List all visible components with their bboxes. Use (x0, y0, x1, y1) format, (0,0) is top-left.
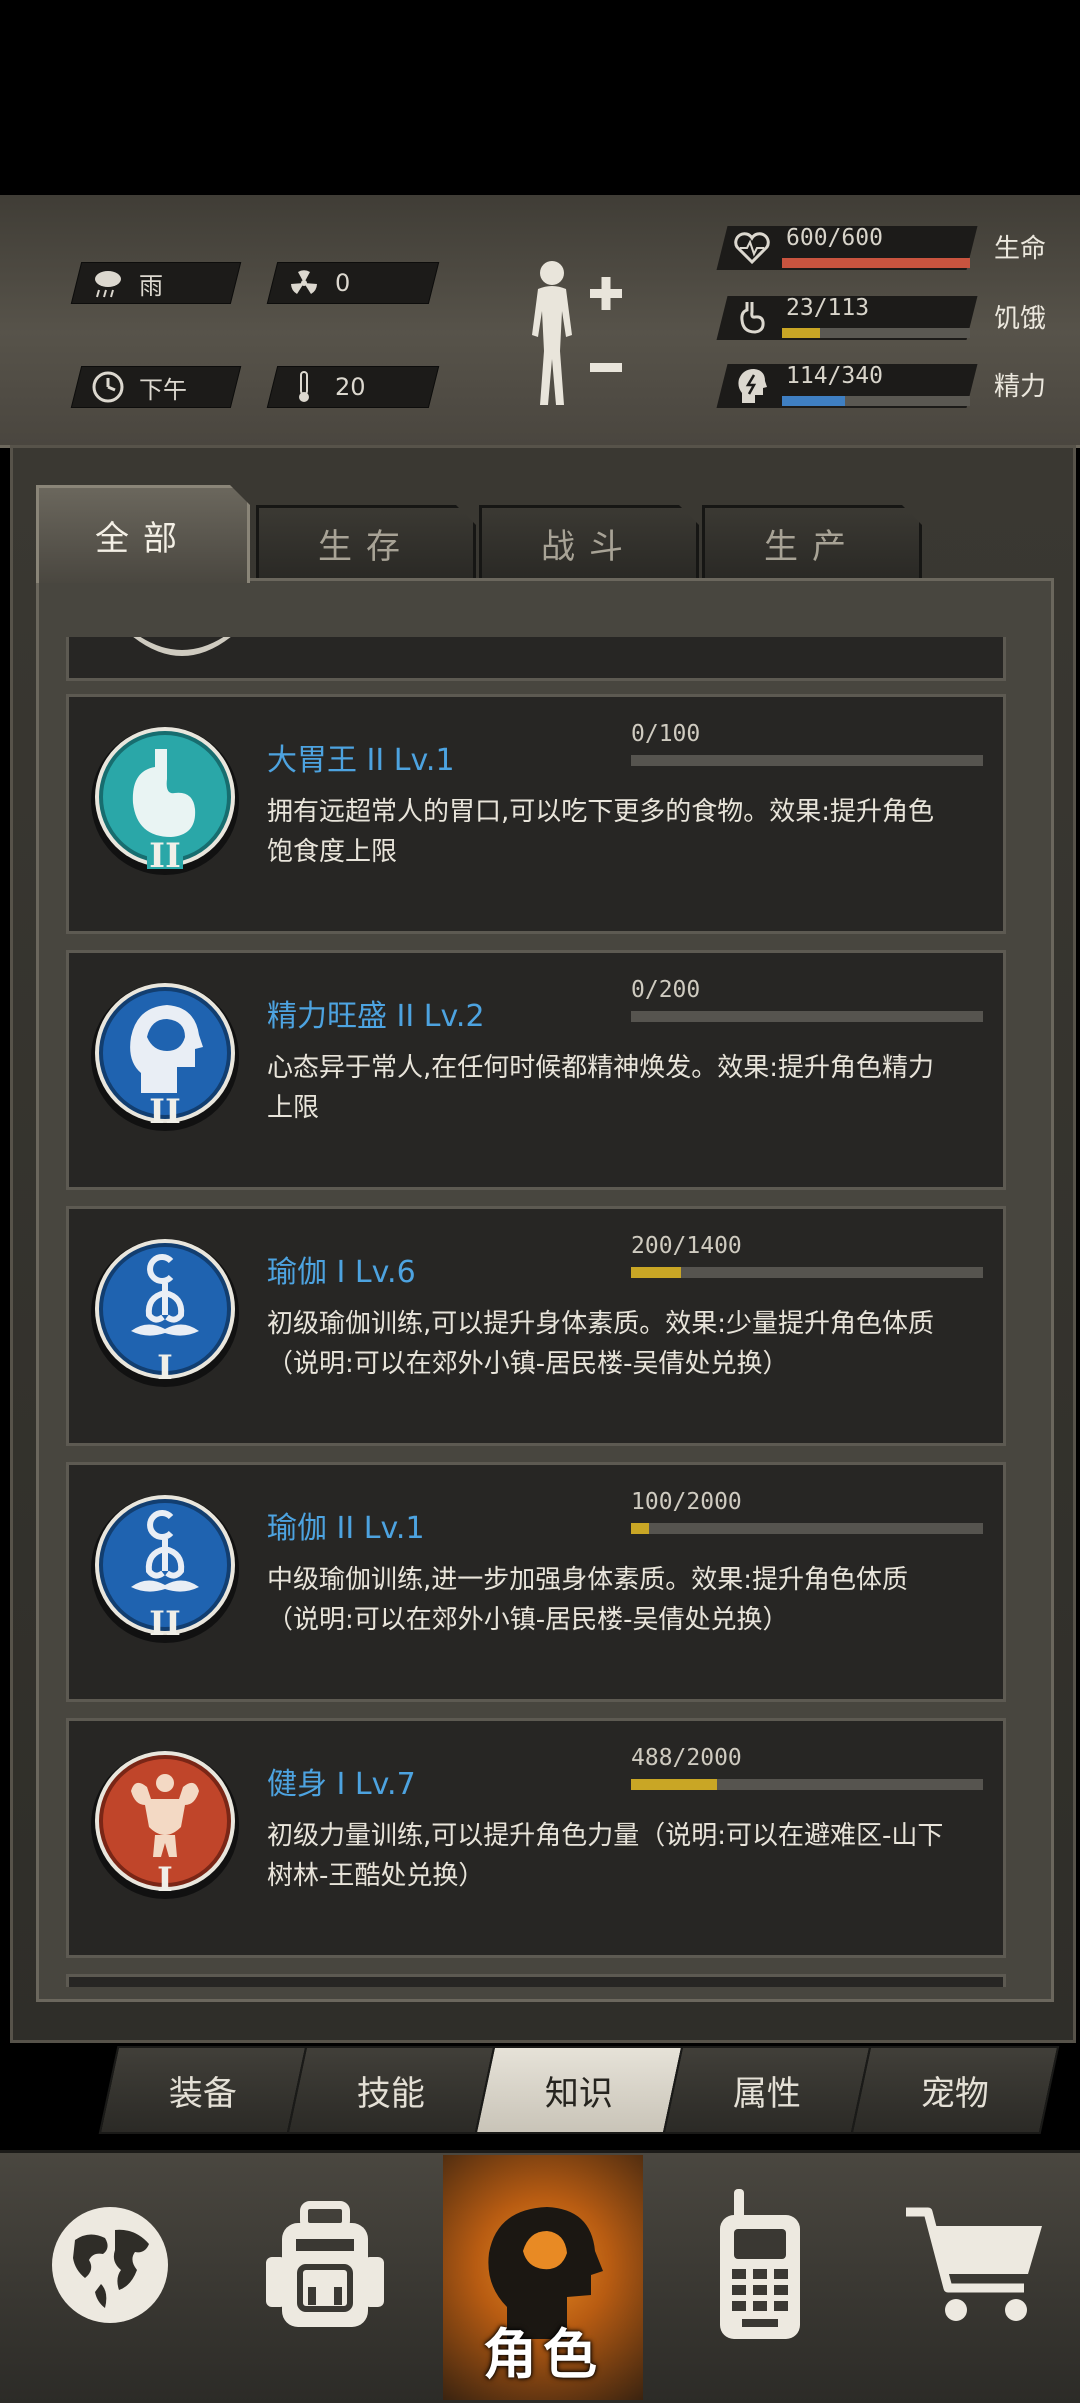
list-item[interactable]: II 瑜伽 II Lv.1 100/2000 中级瑜伽训练,进一步加强身体素质。… (66, 1462, 1006, 1702)
time-chip: 下午 (70, 366, 242, 408)
radiation-icon (287, 266, 321, 300)
list-item[interactable]: II 大胃王 II Lv.1 0/100 拥有远超常人的胃口,可以吃下更多的食物… (66, 694, 1006, 934)
skill-description: 初级瑜伽训练,可以提升身体素质。效果:少量提升角色体质（说明:可以在郊外小镇-居… (267, 1309, 935, 1379)
skill-title: 精力旺盛 II Lv.2 (267, 999, 485, 1034)
hunger-label: 饥饿 (994, 304, 1047, 334)
subtab-attributes[interactable]: 属性 (662, 2046, 872, 2134)
sub-tab-bar: 装备 技能 知识 属性 宠物 (98, 2046, 1063, 2134)
health-value: 600/600 (786, 225, 883, 251)
skill-progress-fill (631, 1267, 682, 1278)
tab-survival[interactable]: 生存 (256, 505, 476, 578)
skill-progress-text: 0/200 (631, 977, 701, 1003)
skill-progress-text: 0/100 (631, 721, 701, 747)
heart-icon (732, 228, 772, 268)
nav-shop[interactable] (890, 2160, 1060, 2370)
health-stat: 600/600 生命 (716, 222, 1062, 274)
globe-icon (52, 2207, 168, 2323)
skill-description: 拥有远超常人的胃口,可以吃下更多的食物。效果:提升角色饱食度上限 (267, 797, 935, 867)
rank-label: II (149, 1604, 181, 1644)
body-status-button[interactable] (520, 255, 630, 415)
shopping-cart-icon (906, 2207, 1042, 2321)
tab-all[interactable]: 全部 (36, 485, 250, 583)
rank-label: II (149, 836, 181, 876)
clock-icon (91, 370, 125, 404)
list-item-partial (66, 637, 1006, 681)
skill-progress-track (631, 755, 983, 766)
weather-text: 雨 (139, 271, 163, 300)
rank-label: II (149, 1092, 181, 1132)
temperature-chip: 20 (266, 366, 440, 408)
yoga-icon: II (91, 1487, 243, 1675)
skill-progress-text: 488/2000 (631, 1745, 742, 1771)
game-screen: 雨 0 下午 20 600/600 生命 23/113 饥饿 114/340 精… (0, 0, 1080, 2403)
nav-map[interactable] (25, 2160, 195, 2370)
skill-progress-track (631, 1779, 983, 1790)
rain-cloud-icon (91, 266, 125, 300)
temperature-value: 20 (335, 373, 366, 401)
hunger-value: 23/113 (786, 295, 870, 321)
skill-progress-track (631, 1011, 983, 1022)
skill-list[interactable]: II 大胃王 II Lv.1 0/100 拥有远超常人的胃口,可以吃下更多的食物… (66, 637, 1006, 1987)
subtab-knowledge[interactable]: 知识 (474, 2046, 684, 2134)
backpack-icon (266, 2201, 384, 2327)
hunger-bar-fill (782, 328, 820, 338)
nav-character-label: 角色 (483, 2323, 603, 2386)
list-item[interactable]: I 瑜伽 I Lv.6 200/1400 初级瑜伽训练,可以提升身体素质。效果:… (66, 1206, 1006, 1446)
skill-title: 健身 I Lv.7 (267, 1767, 416, 1802)
skill-progress-track (631, 1523, 983, 1534)
radiation-value: 0 (335, 269, 351, 297)
skill-progress-text: 100/2000 (631, 1489, 742, 1515)
energy-stat: 114/340 精力 (716, 360, 1062, 412)
skill-title: 大胃王 II Lv.1 (267, 743, 455, 778)
head-bolt-icon (732, 366, 772, 406)
skill-progress-track (631, 1267, 983, 1278)
thermometer-icon (287, 370, 321, 404)
subtab-skills[interactable]: 技能 (286, 2046, 496, 2134)
muscle-icon: I (91, 1743, 243, 1931)
yoga-icon: I (91, 1231, 243, 1419)
rank-label: I (157, 1348, 173, 1388)
body-figure-icon (532, 261, 622, 405)
skill-description: 心态异于常人,在任何时候都精神焕发。效果:提升角色精力上限 (267, 1053, 935, 1123)
nav-radio[interactable] (674, 2160, 844, 2370)
rank-label: I (157, 1860, 173, 1900)
stomach-icon: II (91, 719, 243, 907)
skill-description: 初级力量训练,可以提升角色力量（说明:可以在避难区-山下树林-王酷处兑换） (267, 1821, 944, 1891)
health-label: 生命 (994, 234, 1047, 264)
tab-production[interactable]: 生产 (702, 505, 922, 578)
walkie-talkie-icon (720, 2189, 800, 2339)
health-bar-fill (782, 258, 970, 268)
skill-title: 瑜伽 I Lv.6 (267, 1255, 416, 1290)
tab-combat[interactable]: 战斗 (479, 505, 699, 578)
list-item[interactable]: I 健身 I Lv.7 488/2000 初级力量训练,可以提升角色力量（说明:… (66, 1718, 1006, 1958)
time-of-day: 下午 (139, 375, 187, 404)
list-item-partial (66, 1974, 1006, 1987)
weather-chip: 雨 (70, 262, 242, 304)
subtab-equipment[interactable]: 装备 (98, 2046, 308, 2134)
skill-progress-text: 200/1400 (631, 1233, 742, 1259)
energy-label: 精力 (994, 372, 1047, 402)
skill-progress-fill (631, 1779, 717, 1790)
energy-bar-fill (782, 396, 845, 406)
skill-progress-fill (631, 1523, 649, 1534)
radiation-chip: 0 (266, 262, 440, 304)
skill-title: 瑜伽 II Lv.1 (267, 1511, 425, 1546)
hunger-stat: 23/113 饥饿 (716, 292, 1062, 344)
skill-icon-partial (133, 637, 231, 656)
skill-description: 中级瑜伽训练,进一步加强身体素质。效果:提升角色体质（说明:可以在郊外小镇-居民… (267, 1565, 909, 1635)
subtab-pets[interactable]: 宠物 (850, 2046, 1060, 2134)
energy-value: 114/340 (786, 363, 883, 389)
list-item[interactable]: II 精力旺盛 II Lv.2 0/200 心态异于常人,在任何时候都精神焕发。… (66, 950, 1006, 1190)
stomach-icon (732, 298, 772, 338)
nav-backpack[interactable] (240, 2160, 410, 2370)
head-icon: II (91, 975, 243, 1163)
